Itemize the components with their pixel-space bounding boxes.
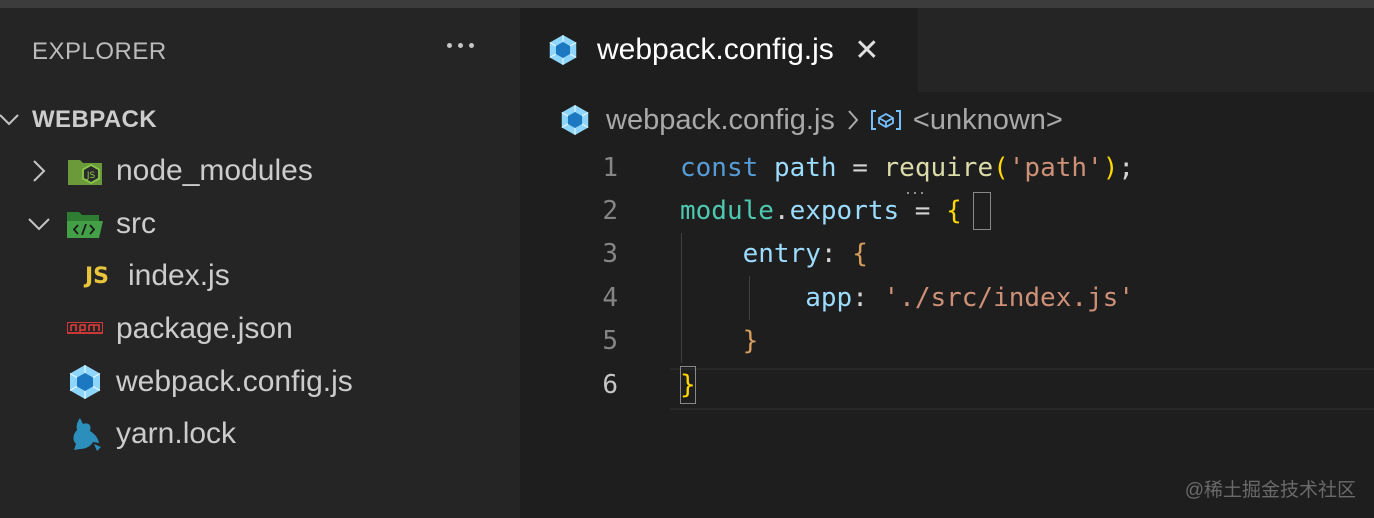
chevron-down-icon bbox=[0, 113, 24, 127]
token-semicolon: ; bbox=[1118, 152, 1134, 183]
line-number: 6 bbox=[602, 369, 618, 400]
webpack-icon bbox=[65, 362, 105, 402]
token-string: 'path' bbox=[1008, 152, 1103, 183]
code-line: 1 const path = require('path'); bbox=[520, 146, 1374, 189]
token-colon: : bbox=[852, 282, 884, 313]
token-operator: = bbox=[899, 196, 947, 227]
webpack-icon bbox=[560, 104, 590, 136]
token-brace: } bbox=[742, 326, 759, 357]
code-line: 5 } bbox=[520, 320, 1374, 363]
token-brace: { bbox=[852, 239, 868, 270]
chevron-down-icon bbox=[27, 217, 51, 231]
svg-text:JS: JS bbox=[86, 171, 96, 181]
line-number: 5 bbox=[602, 326, 618, 357]
breadcrumb-file[interactable]: webpack.config.js bbox=[606, 104, 835, 137]
code-line: 4 app: './src/index.js' bbox=[520, 276, 1374, 319]
nodejs-folder-icon: JS bbox=[65, 151, 105, 191]
watermark: @稀土掘金技术社区 bbox=[1184, 480, 1356, 501]
code-line: 2 module.exports = { bbox=[520, 189, 1374, 232]
tree-item-src[interactable]: src bbox=[0, 198, 520, 251]
workspace-section-header[interactable]: WEBPACK bbox=[0, 100, 520, 140]
tree-item-node-modules[interactable]: JS node_modules bbox=[0, 145, 520, 198]
tab-bar: webpack.config.js ✕ bbox=[520, 8, 1374, 92]
token-brace: { bbox=[946, 196, 962, 227]
token-dot: . bbox=[773, 196, 790, 227]
token-object: module bbox=[680, 196, 774, 227]
tree-item-label: src bbox=[116, 206, 156, 240]
chevron-right-icon bbox=[847, 109, 859, 131]
token-key: app bbox=[805, 282, 853, 313]
src-folder-icon bbox=[65, 204, 105, 244]
tree-item-yarn-lock[interactable]: yarn.lock bbox=[0, 408, 520, 461]
code-line: 6 } bbox=[520, 363, 1374, 406]
editor-area: webpack.config.js ✕ webpack.config.js <u… bbox=[520, 8, 1374, 518]
token-key: entry bbox=[742, 239, 821, 270]
tree-item-label: node_modules bbox=[116, 154, 313, 188]
code-line: 3 entry: { bbox=[520, 233, 1374, 276]
tree-item-index-js[interactable]: JS index.js bbox=[0, 250, 520, 303]
token-brace: } bbox=[680, 369, 696, 400]
token-property: exports bbox=[789, 196, 900, 227]
token-operator: = bbox=[836, 152, 884, 183]
tree-item-label: yarn.lock bbox=[116, 417, 237, 451]
tab-label: webpack.config.js bbox=[597, 33, 834, 66]
webpack-icon bbox=[548, 34, 578, 66]
token-variable: path bbox=[773, 152, 837, 183]
token-function: require bbox=[883, 152, 994, 183]
workspace-name: WEBPACK bbox=[32, 106, 158, 133]
javascript-file-icon: JS bbox=[84, 263, 110, 289]
token-colon: : bbox=[820, 239, 853, 270]
tree-item-package-json[interactable]: package.json bbox=[0, 303, 520, 356]
line-number: 3 bbox=[602, 239, 618, 270]
file-tree: JS node_modules src JS index.js package.… bbox=[0, 145, 520, 461]
explorer-sidebar: EXPLORER WEBPACK JS node_modules src JS … bbox=[0, 8, 520, 518]
symbol-variable-icon bbox=[869, 108, 903, 132]
tree-item-label: webpack.config.js bbox=[116, 364, 353, 398]
tab-webpack-config[interactable]: webpack.config.js ✕ bbox=[520, 8, 918, 92]
ellipsis-icon[interactable] bbox=[440, 30, 480, 60]
yarn-icon bbox=[65, 414, 105, 454]
tree-item-label: index.js bbox=[128, 259, 230, 293]
tree-item-label: package.json bbox=[116, 312, 293, 346]
window-top-strip bbox=[0, 0, 1374, 8]
explorer-title: EXPLORER bbox=[32, 38, 167, 65]
line-number: 1 bbox=[602, 152, 618, 183]
npm-icon bbox=[65, 309, 105, 349]
chevron-right-icon bbox=[27, 159, 51, 183]
token-paren: ( bbox=[993, 152, 1009, 183]
line-number: 2 bbox=[602, 196, 618, 227]
breadcrumb-symbol[interactable]: <unknown> bbox=[913, 104, 1063, 137]
code-editor[interactable]: 1 const path = require('path'); 2 module… bbox=[520, 146, 1374, 406]
line-number: 4 bbox=[602, 282, 618, 313]
breadcrumb: webpack.config.js <unknown> bbox=[560, 100, 1063, 140]
tree-item-webpack-config[interactable]: webpack.config.js bbox=[0, 355, 520, 408]
close-icon[interactable]: ✕ bbox=[852, 33, 882, 68]
token-string: './src/index.js' bbox=[883, 282, 1134, 313]
token-keyword: const bbox=[680, 152, 759, 183]
token-paren: ) bbox=[1102, 152, 1119, 183]
